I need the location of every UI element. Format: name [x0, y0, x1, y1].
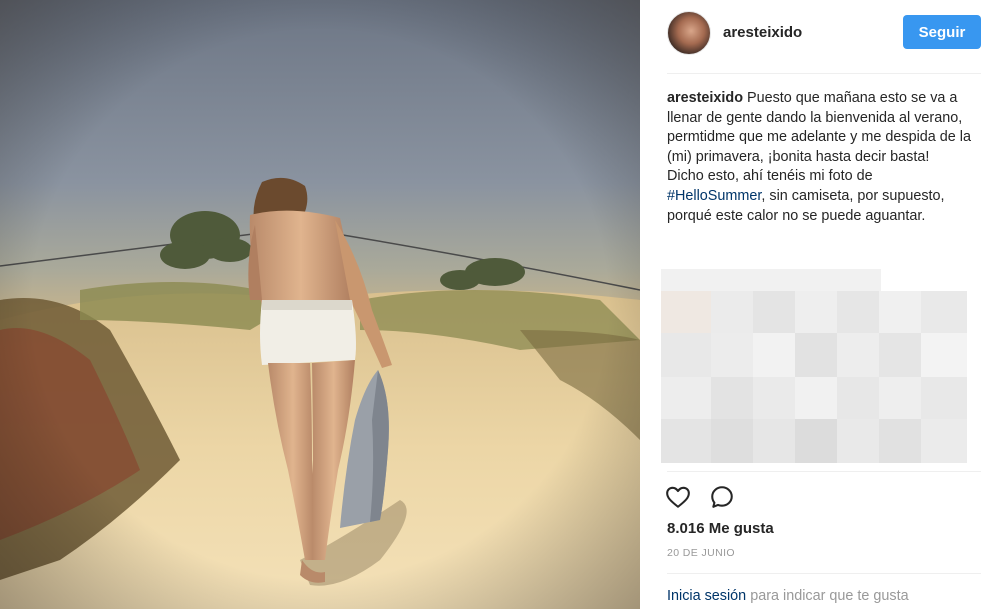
login-link[interactable]: Inicia sesión	[667, 588, 746, 604]
login-prompt: Inicia sesión para indicar que te gusta	[667, 588, 909, 604]
footer-divider	[667, 573, 981, 574]
pixelated-comments	[661, 269, 967, 469]
login-prompt-text: para indicar que te gusta	[746, 588, 909, 604]
likes-count[interactable]: 8.016 Me gusta	[667, 520, 774, 537]
header-divider	[667, 73, 981, 74]
post-photo[interactable]	[0, 0, 640, 609]
post-date: 20 DE JUNIO	[667, 547, 735, 559]
beach-photo-illustration	[0, 0, 640, 609]
post-caption: aresteixido Puesto que mañana esto se va…	[667, 89, 973, 226]
hashtag-link[interactable]: #HelloSummer	[667, 188, 761, 204]
post-actions	[665, 484, 745, 512]
caption-text-2: Dicho esto, ahí tenéis mi foto de	[667, 168, 873, 185]
avatar[interactable]	[667, 11, 711, 55]
heart-icon[interactable]	[665, 484, 693, 512]
caption-username-link[interactable]: aresteixido	[667, 90, 743, 106]
follow-button[interactable]: Seguir	[903, 15, 981, 49]
post-header: aresteixido Seguir	[640, 0, 1000, 72]
post-side-panel: aresteixido Seguir aresteixido Puesto qu…	[640, 0, 1000, 609]
username-link[interactable]: aresteixido	[723, 24, 802, 41]
actions-divider	[667, 471, 981, 472]
comment-icon[interactable]	[709, 484, 737, 512]
